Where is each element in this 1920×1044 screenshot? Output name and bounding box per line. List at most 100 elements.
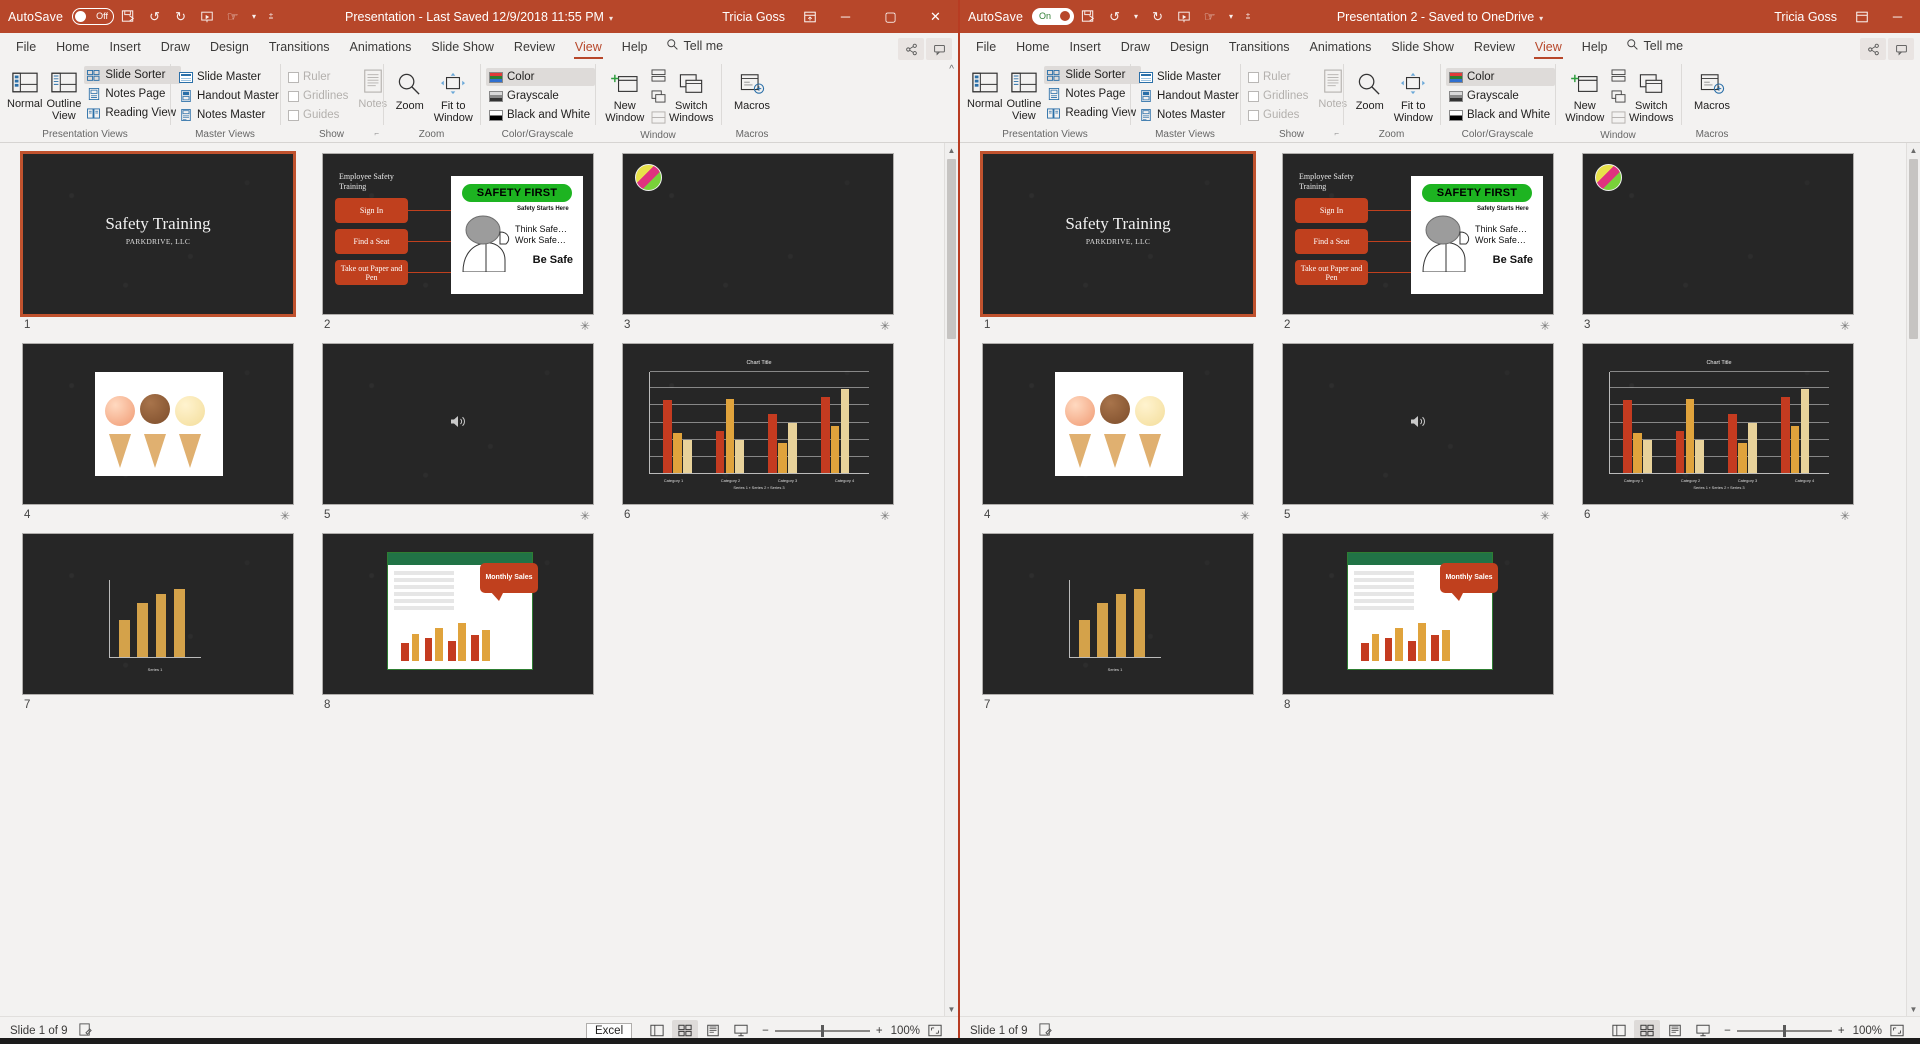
autosave-toggle-right[interactable]: On — [1032, 8, 1075, 25]
scroll-up-arrow-icon[interactable]: ▲ — [945, 143, 958, 157]
notes-master-button[interactable]: Notes Master — [176, 106, 284, 124]
slide-thumbnail-3-right[interactable] — [1582, 153, 1854, 315]
zoom-knob[interactable] — [820, 1024, 824, 1037]
notes-page-button[interactable]: Notes Page — [84, 85, 181, 103]
handout-master-button[interactable]: Handout Master — [176, 87, 284, 105]
close-button[interactable]: ✕ — [913, 0, 958, 33]
undo-chevron-icon-right[interactable]: ▾ — [1129, 6, 1143, 28]
outline-view-button[interactable]: Outline View — [45, 64, 82, 122]
handout-master-button-right[interactable]: Handout Master — [1136, 87, 1244, 105]
redo-icon-right[interactable]: ↻ — [1146, 6, 1169, 28]
user-account-name-right[interactable]: Tricia Goss — [1774, 10, 1837, 24]
tab-review[interactable]: Review — [504, 36, 565, 60]
ribbon-display-options-icon[interactable] — [797, 0, 823, 33]
slide-thumbnail-4-right[interactable] — [982, 343, 1254, 505]
slide-thumbnail-8[interactable]: Monthly Sales — [322, 533, 594, 695]
switch-windows-button[interactable]: Switch Windows — [668, 66, 716, 124]
zoom-slider[interactable]: − + — [762, 1024, 883, 1037]
comments-icon-right[interactable] — [1888, 38, 1914, 60]
slide-thumbnail-1[interactable]: Safety Training PARKDRIVE, LLC — [20, 151, 296, 317]
zoom-out-button[interactable]: − — [762, 1025, 769, 1037]
save-icon-right[interactable] — [1077, 6, 1100, 28]
tell-me-box-right[interactable]: Tell me — [1618, 34, 1692, 60]
fit-to-window-button-right[interactable]: Fit to Window — [1393, 66, 1435, 124]
new-window-button[interactable]: New Window — [601, 66, 649, 124]
slide-master-button[interactable]: Slide Master — [176, 68, 284, 86]
slide-transition-star-6[interactable]: ✳ — [880, 509, 890, 523]
zoom-level-label-right[interactable]: 100% — [1853, 1025, 1882, 1037]
tab-file-right[interactable]: File — [966, 36, 1006, 60]
slide-counter[interactable]: Slide 1 of 9 — [10, 1025, 68, 1037]
grayscale-button[interactable]: Grayscale — [486, 87, 595, 105]
arrange-all-icon-right[interactable] — [1611, 69, 1626, 87]
start-presentation-icon-right[interactable] — [1172, 6, 1195, 28]
tab-slide-show[interactable]: Slide Show — [421, 36, 504, 60]
zoom-in-button[interactable]: + — [876, 1025, 883, 1037]
macros-button[interactable]: Macros — [730, 66, 774, 113]
undo-icon[interactable]: ↺ — [143, 6, 166, 28]
tab-animations[interactable]: Animations — [340, 36, 422, 60]
cascade-icon-right[interactable] — [1611, 90, 1626, 108]
slide-transition-star-3-right[interactable]: ✳ — [1840, 319, 1850, 333]
color-button[interactable]: Color — [486, 68, 596, 86]
tab-animations-right[interactable]: Animations — [1300, 36, 1382, 60]
show-dialog-launcher-icon-right[interactable]: ⌐ — [1334, 127, 1339, 141]
chevron-down-icon-qat[interactable]: ▾ — [247, 6, 261, 28]
move-split-icon[interactable] — [651, 111, 666, 129]
notes-annotations-icon[interactable] — [78, 1022, 93, 1040]
slide-thumbnail-8-right[interactable]: Monthly Sales — [1282, 533, 1554, 695]
tab-insert[interactable]: Insert — [100, 36, 151, 60]
outline-view-button-right[interactable]: Outline View — [1005, 64, 1042, 122]
normal-view-button-right[interactable]: Normal — [966, 64, 1003, 111]
scrollbar-thumb-right[interactable] — [1909, 159, 1918, 339]
slide-thumbnail-6[interactable]: Chart Title Category 1 Category 2 Catego… — [622, 343, 894, 505]
zoom-knob-right[interactable] — [1782, 1024, 1786, 1037]
notes-master-button-right[interactable]: Notes Master — [1136, 106, 1244, 124]
tab-transitions-right[interactable]: Transitions — [1219, 36, 1300, 60]
comments-icon[interactable] — [926, 38, 952, 60]
tab-home-right[interactable]: Home — [1006, 36, 1059, 60]
autosave-toggle[interactable]: Off — [72, 8, 115, 25]
gridlines-checkbox[interactable]: Gridlines — [286, 87, 353, 105]
tab-draw-right[interactable]: Draw — [1111, 36, 1160, 60]
zoom-in-button-right[interactable]: + — [1838, 1025, 1845, 1037]
ribbon-display-options-icon-right[interactable] — [1849, 0, 1875, 33]
slide-transition-star-2-right[interactable]: ✳ — [1540, 319, 1550, 333]
redo-icon[interactable]: ↻ — [169, 6, 192, 28]
slide-transition-star-2[interactable]: ✳ — [580, 319, 590, 333]
user-account-name[interactable]: Tricia Goss — [722, 10, 785, 24]
customize-qat-icon[interactable]: ⩲ — [264, 6, 278, 28]
collapse-ribbon-icon[interactable]: ^ — [949, 64, 954, 75]
reading-view-button[interactable]: Reading View — [84, 104, 181, 122]
vertical-scrollbar-left[interactable]: ▲ ▼ — [944, 143, 958, 1016]
arrange-all-icon[interactable] — [651, 69, 666, 87]
save-icon[interactable] — [117, 6, 140, 28]
slide-thumbnail-2[interactable]: Employee Safety Training Sign In Find a … — [322, 153, 594, 315]
zoom-button-right[interactable]: Zoom — [1349, 66, 1391, 113]
minimize-button[interactable]: ─ — [823, 0, 868, 33]
slide-thumbnail-3[interactable] — [622, 153, 894, 315]
tab-home[interactable]: Home — [46, 36, 99, 60]
undo-icon-right[interactable]: ↺ — [1103, 6, 1126, 28]
color-button-right[interactable]: Color — [1446, 68, 1556, 86]
slide-master-button-right[interactable]: Slide Master — [1136, 68, 1244, 86]
reading-view-button-right[interactable]: Reading View — [1044, 104, 1141, 122]
gridlines-checkbox-right[interactable]: Gridlines — [1246, 87, 1313, 105]
slide-sorter-button[interactable]: Slide Sorter — [84, 66, 182, 84]
tab-transitions[interactable]: Transitions — [259, 36, 340, 60]
tab-design-right[interactable]: Design — [1160, 36, 1219, 60]
slide-transition-star-5-right[interactable]: ✳ — [1540, 509, 1550, 523]
restore-button[interactable]: ▢ — [868, 0, 913, 33]
minimize-button-right[interactable]: ─ — [1875, 0, 1920, 33]
slide-transition-star-3[interactable]: ✳ — [880, 319, 890, 333]
tab-slide-show-right[interactable]: Slide Show — [1381, 36, 1464, 60]
slide-thumbnail-7[interactable]: Series 1 — [22, 533, 294, 695]
macros-button-right[interactable]: Macros — [1690, 66, 1734, 113]
touch-mode-icon-right[interactable]: ☞ — [1198, 6, 1221, 28]
slide-transition-star-6-right[interactable]: ✳ — [1840, 509, 1850, 523]
tab-review-right[interactable]: Review — [1464, 36, 1525, 60]
switch-windows-button-right[interactable]: Switch Windows — [1628, 66, 1676, 124]
scrollbar-thumb[interactable] — [947, 159, 956, 339]
normal-view-button[interactable]: Normal — [6, 64, 43, 111]
zoom-button[interactable]: Zoom — [389, 66, 431, 113]
